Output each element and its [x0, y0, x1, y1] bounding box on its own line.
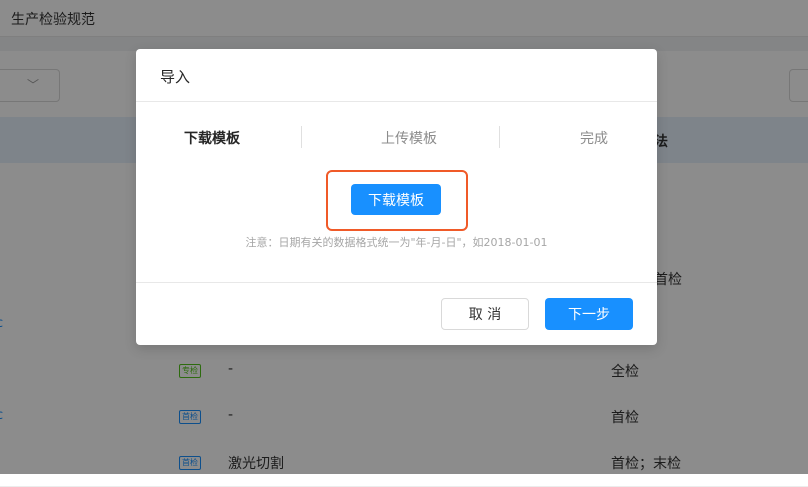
import-modal: 导入 下载模板 上传模板 完成 下载模板 注意：日期有关的数据格式统一为"年-月…: [136, 49, 657, 345]
modal-title: 导入: [160, 68, 191, 86]
modal-footer: 取 消 下一步: [136, 282, 657, 346]
step-divider: [499, 126, 500, 148]
steps-bar: 下载模板 上传模板 完成: [136, 102, 657, 172]
next-step-button[interactable]: 下一步: [545, 298, 633, 330]
step-complete: 完成: [580, 131, 608, 147]
modal-header: 导入: [136, 49, 657, 102]
download-template-button[interactable]: 下载模板: [351, 184, 441, 215]
step-download-template: 下载模板: [184, 131, 240, 147]
date-format-note: 注意：日期有关的数据格式统一为"年-月-日"，如2018-01-01: [245, 236, 548, 249]
step-upload-template: 上传模板: [381, 131, 437, 147]
cancel-button[interactable]: 取 消: [441, 298, 529, 330]
step-divider: [301, 126, 302, 148]
